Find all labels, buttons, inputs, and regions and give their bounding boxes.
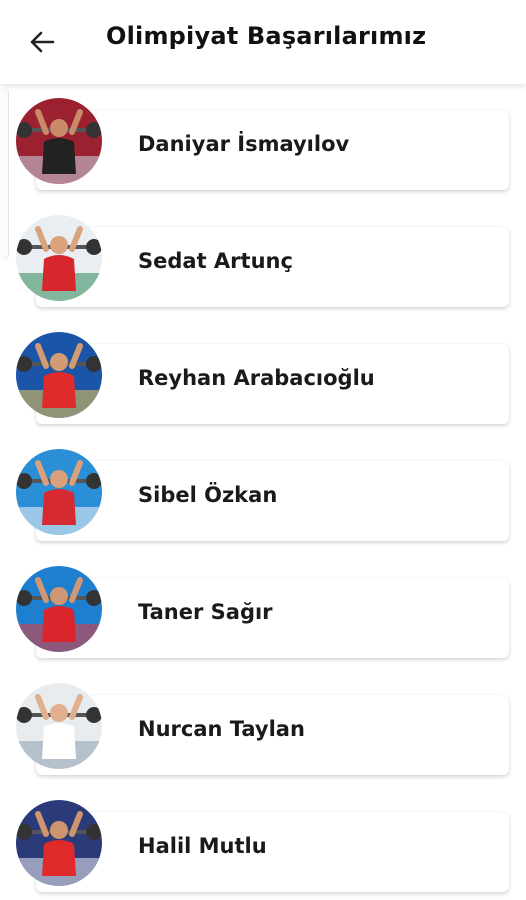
athlete-photo [16,98,102,184]
athlete-list-item[interactable]: Reyhan Arabacıoğlu [0,330,526,430]
athlete-photo [16,215,102,301]
athlete-photo [16,332,102,418]
athlete-name: Nurcan Taylan [138,717,305,741]
athlete-list-item[interactable]: Nurcan Taylan [0,681,526,781]
athlete-list-item[interactable]: Halil Mutlu [0,798,526,898]
arrow-left-icon [30,31,55,53]
athlete-name: Daniyar İsmayılov [138,132,350,156]
athlete-name: Sedat Artunç [138,249,293,273]
athlete-card[interactable] [36,812,509,892]
athlete-photo [16,800,102,886]
athlete-name: Halil Mutlu [138,834,267,858]
athlete-photo [16,449,102,535]
athlete-name: Sibel Özkan [138,483,278,507]
athlete-photo [16,683,102,769]
athlete-name: Taner Sağır [138,600,273,624]
athlete-list-item[interactable]: Sedat Artunç [0,213,526,313]
athlete-photo [16,566,102,652]
app-bar: Olimpiyat Başarılarımız [0,0,526,84]
page-title: Olimpiyat Başarılarımız [106,22,427,50]
athlete-name: Reyhan Arabacıoğlu [138,366,375,390]
athlete-list-item[interactable]: Taner Sağır [0,564,526,664]
athlete-list-item[interactable]: Daniyar İsmayılov [0,96,526,196]
athlete-list-item[interactable]: Sibel Özkan [0,447,526,547]
back-button[interactable] [24,24,60,60]
